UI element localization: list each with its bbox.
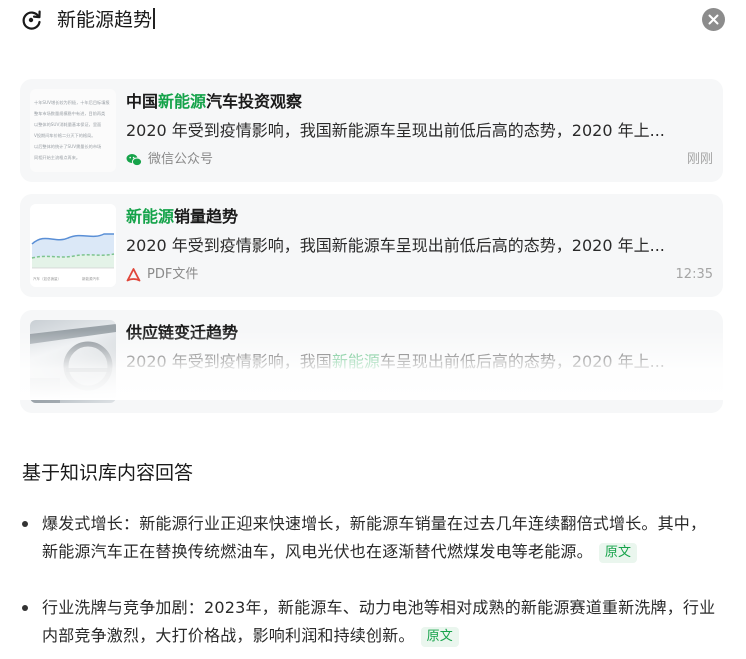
thumb-text-line: 同相开始主流格点再来。 [34,155,81,160]
search-bar: 新能源趋势 [0,0,746,42]
answer-bullet: 行业洗牌与竞争加剧：2023年，新能源车、动力电池等相对成熟的新能源赛道重新洗牌… [22,594,722,650]
bullet-dot [22,605,28,611]
thumb-text-line: V投期间车价格二分灭下的格局。 [34,133,96,138]
title-text: 销量趋势 [174,207,239,226]
snippet-text: 车呈现出前低后高的态势，2020 年上... [379,352,665,371]
result-snippet: 2020 年受到疫情影响，我国新能源车呈现出前低后高的态势，2020 年上... [126,121,665,140]
bullet-text: 行业洗牌与竞争加剧：2023年，新能源车、动力电池等相对成熟的新能源赛道重新洗牌… [42,594,722,650]
thumb-text-line: 以后整体的统计了SUV需量长的市场 [34,144,102,149]
title-highlight: 新能源 [126,207,175,226]
result-title[interactable]: 供应链变迁趋势 [126,322,238,344]
result-card[interactable]: 供应链变迁趋势 2020 年受到疫情影响，我国新能源车呈现出前低后高的态势，20… [20,310,723,413]
snippet-text: 2020 年受到疫情影响，我国 [126,352,332,371]
pdf-icon [126,268,141,282]
result-snippet: 2020 年受到疫情影响，我国新能源车呈现出前低后高的态势，2020 年上... [126,351,714,373]
article-thumbnail: 十年SUV增长较为积极，十年后目标填报 整车市场数量规模稳中有进，目前再类 以整… [30,89,116,172]
result-card[interactable]: 汽车（如总销量） 新能源汽车 新能源销量趋势 2020 年受到疫情影响，我国新能… [20,194,723,297]
title-text: 汽车投资观察 [206,92,303,111]
title-highlight: 新能源 [158,92,207,111]
result-card[interactable]: 十年SUV增长较为积极，十年后目标填报 整车市场数量规模稳中有进，目前再类 以整… [20,79,723,182]
result-source: PDF文件 [126,266,198,284]
wechat-icon [126,154,142,167]
answer-heading: 基于知识库内容回答 [22,462,194,484]
thumb-text-line: 十年SUV增长较为积极，十年后目标填报 [34,100,110,105]
result-time: 刚刚 [686,152,713,167]
search-loop-icon[interactable] [20,8,44,32]
source-label: PDF文件 [147,267,199,282]
thumb-text-line: 整车市场数量规模稳中有进，目前再类 [34,111,106,116]
bullet-text: 爆发式增长：新能源行业正迎来快速增长，新能源车销量在过去几年连续翻倍式增长。其中… [42,510,722,566]
bullet-body: 行业洗牌与竞争加剧：2023年，新能源车、动力电池等相对成熟的新能源赛道重新洗牌… [42,598,716,645]
answer-bullet: 爆发式增长：新能源行业正迎来快速增长，新能源车销量在过去几年连续翻倍式增长。其中… [22,510,722,566]
chart-caption-right: 新能源汽车 [82,276,100,281]
result-title[interactable]: 中国新能源汽车投资观察 [126,91,302,113]
bullet-dot [22,521,28,527]
pdf-thumbnail: 汽车（如总销量） 新能源汽车 [30,204,116,287]
chart-caption-left: 汽车（如总销量） [33,276,61,281]
search-input[interactable]: 新能源趋势 [57,8,155,32]
result-snippet: 2020 年受到疫情影响，我国新能源车呈现出前低后高的态势，2020 年上... [126,236,665,255]
chart-thumbnail: 汽车（如总销量） 新能源汽车 [30,204,116,287]
source-tag-button[interactable]: 原文 [598,543,638,563]
source-tag-button[interactable]: 原文 [420,627,460,647]
result-source: 微信公众号 [126,151,213,169]
clear-search-button[interactable] [702,8,725,31]
steering-wheel-icon [30,324,116,403]
car-interior-thumbnail [30,320,116,403]
thumb-text-line: 以整体的SUV消耗量基本保证，里面 [34,122,102,127]
result-time: 12:35 [675,267,713,282]
snippet-highlight: 新能源 [331,352,380,371]
close-icon [708,14,719,25]
title-text: 中国 [126,92,159,111]
source-label: 微信公众号 [148,152,214,167]
result-title[interactable]: 新能源销量趋势 [126,206,238,228]
